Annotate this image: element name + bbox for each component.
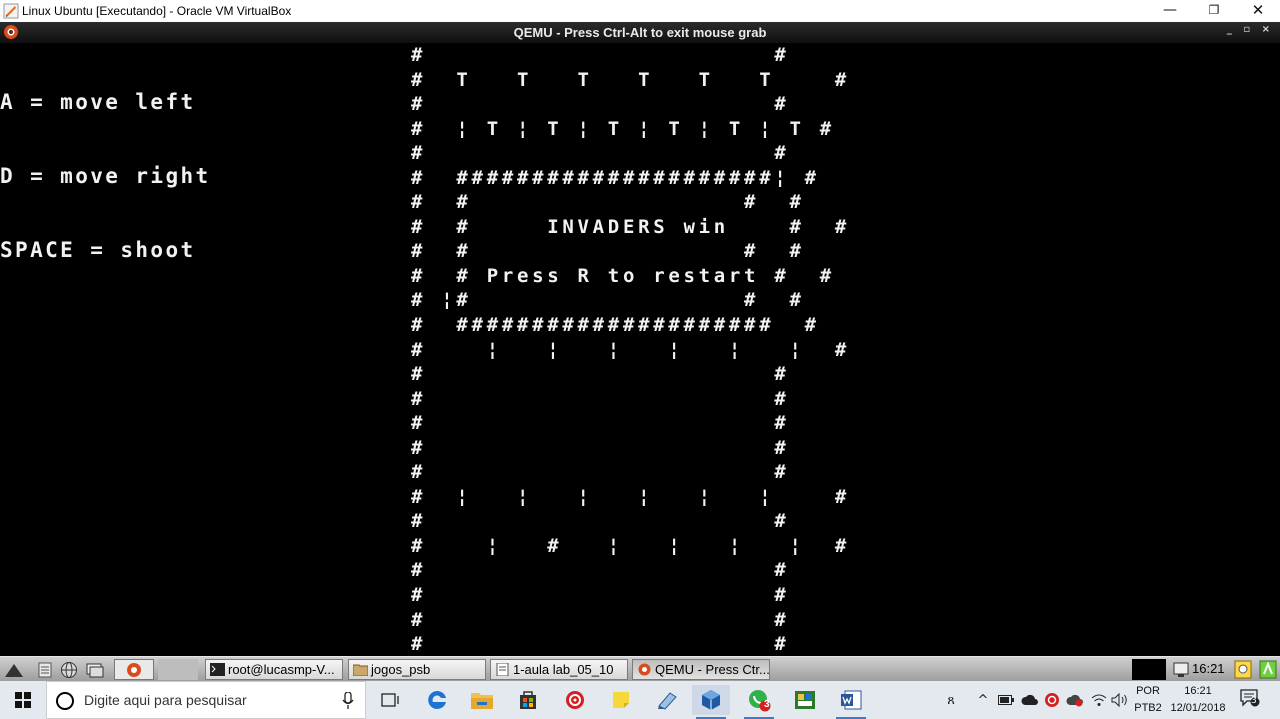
battery-icon[interactable] — [996, 692, 1016, 708]
whatsapp-icon[interactable]: 3 — [740, 685, 778, 719]
system-clock[interactable]: 16:21 12/01/2018 — [1166, 685, 1230, 714]
virtualbox-taskbar-icon[interactable] — [692, 685, 730, 719]
guest-clock: 16:21 — [1192, 661, 1225, 676]
file-manager-launcher-icon[interactable] — [34, 659, 56, 680]
game-row: # ¦# # # — [411, 289, 805, 312]
game-row: # # — [411, 510, 790, 533]
keyboard-layout: PTB2 — [1134, 702, 1162, 714]
help-line-move-right: D = move right — [0, 163, 211, 188]
game-row: # # — [411, 436, 790, 459]
game-row: # # — [411, 412, 790, 435]
host-window-titlebar[interactable]: Linux Ubuntu [Executando] - Oracle VM Vi… — [0, 0, 1280, 22]
game-row: # # — [411, 387, 790, 410]
search-placeholder: Digite aqui para pesquisar — [84, 692, 247, 708]
language-indicator[interactable]: POR PTB2 — [1133, 685, 1163, 714]
qemu-window-controls[interactable]: _ ▫ × — [1227, 24, 1274, 35]
qemu-icon — [638, 663, 651, 676]
document-icon — [496, 663, 509, 676]
screensaver-tray-icon[interactable] — [1234, 660, 1252, 679]
game-row: # # # # — [411, 240, 805, 263]
controls-help: A = move left D = move right SPACE = sho… — [0, 43, 211, 312]
game-row: # # — [411, 608, 790, 631]
game-row: # # — [411, 633, 790, 656]
workspace-pager[interactable] — [158, 659, 198, 680]
notification-count-badge: 3 — [1251, 696, 1257, 706]
microphone-icon[interactable] — [342, 692, 354, 710]
game-row: # # — [411, 584, 790, 607]
task-qemu[interactable]: QEMU - Press Ctr... — [632, 659, 770, 680]
windows-logo-icon — [15, 692, 31, 708]
close-button[interactable]: ✕ — [1236, 0, 1280, 22]
windows-start-button[interactable] — [0, 681, 46, 719]
qemu-window-titlebar[interactable]: QEMU - Press Ctrl-Alt to exit mouse grab… — [0, 22, 1280, 43]
qemu-console-screen[interactable]: A = move left D = move right SPACE = sho… — [0, 43, 1280, 656]
store-icon[interactable] — [509, 685, 547, 715]
taskbar-search-box[interactable]: Digite aqui para pesquisar — [46, 681, 366, 719]
action-center-icon[interactable]: 3 — [1238, 689, 1262, 707]
sticky-notes-icon[interactable] — [602, 685, 640, 715]
onedrive-cloud-icon[interactable] — [1019, 692, 1041, 708]
task-view-icon[interactable] — [371, 685, 409, 715]
network-tray-icon[interactable] — [1172, 660, 1190, 679]
show-desktop-icon[interactable] — [84, 659, 106, 680]
show-hidden-icons-chevron-icon[interactable]: ^ — [974, 692, 992, 708]
game-row: # ##################### # — [411, 314, 820, 337]
antivirus-tray-icon[interactable] — [1043, 692, 1061, 708]
host-window-title: Linux Ubuntu [Executando] - Oracle VM Vi… — [22, 4, 292, 18]
game-row: # # INVADERS win # # — [411, 215, 851, 238]
lxde-menu-icon[interactable] — [3, 659, 25, 680]
minimize-button[interactable]: — — [1148, 0, 1192, 22]
help-line-move-left: A = move left — [0, 90, 196, 115]
language-code: POR — [1136, 685, 1160, 697]
game-row: # # — [411, 93, 790, 116]
game-board: # # # T T T T T T # # # # ¦ T ¦ T ¦ T ¦ T ¦… — [411, 43, 850, 656]
task-folder-label: jogos_psb — [371, 662, 431, 677]
game-row: # # — [411, 461, 790, 484]
terminal-icon — [210, 663, 225, 676]
game-row: # # — [411, 44, 790, 66]
virtualbox-icon — [3, 3, 19, 19]
game-row: # ¦ ¦ ¦ ¦ ¦ ¦ # — [411, 338, 851, 361]
notepad-app-icon[interactable] — [648, 685, 686, 715]
folder-icon — [353, 664, 368, 676]
whatsapp-badge: 3 — [764, 699, 770, 710]
cloud-sync-icon[interactable] — [1065, 692, 1085, 708]
task-document[interactable]: 1-aula lab_05_10 — [490, 659, 628, 680]
game-row: # # — [411, 559, 790, 582]
help-line-shoot: SPACE = shoot — [0, 237, 196, 262]
game-row: # #####################¦ # — [411, 166, 820, 189]
game-row: # T T T T T T # — [411, 68, 851, 91]
paint-app-icon[interactable] — [786, 685, 824, 715]
game-row: # # — [411, 363, 790, 386]
restore-button[interactable]: ❐ — [1192, 0, 1236, 22]
people-icon[interactable]: ጸ — [940, 692, 962, 708]
cpu-monitor — [1132, 659, 1166, 680]
antivirus-icon[interactable] — [556, 685, 594, 715]
windows-taskbar: Digite aqui para pesquisar 3 ጸ ^ POR PTB… — [0, 681, 1280, 719]
game-row: # ¦ # ¦ ¦ ¦ ¦ # — [411, 534, 851, 557]
logout-tray-icon[interactable] — [1259, 660, 1277, 679]
game-row: # # — [411, 142, 790, 165]
web-browser-launcher-icon[interactable] — [58, 659, 80, 680]
wifi-icon[interactable] — [1089, 692, 1109, 708]
system-date: 12/01/2018 — [1170, 702, 1226, 714]
task-qemu-label: QEMU - Press Ctr... — [655, 662, 770, 677]
game-row: # ¦ T ¦ T ¦ T ¦ T ¦ T ¦ T # — [411, 117, 835, 140]
task-terminal-label: root@lucasmp-V... — [228, 662, 335, 677]
volume-icon[interactable] — [1110, 692, 1130, 708]
game-row: # # Press R to restart # # — [411, 264, 835, 287]
system-time: 16:21 — [1184, 685, 1212, 697]
task-terminal[interactable]: root@lucasmp-V... — [205, 659, 343, 680]
task-document-label: 1-aula lab_05_10 — [513, 662, 614, 677]
guest-taskbar: root@lucasmp-V... jogos_psb 1-aula lab_0… — [0, 656, 1280, 681]
task-folder[interactable]: jogos_psb — [348, 659, 486, 680]
game-row: # ¦ ¦ ¦ ¦ ¦ ¦ # — [411, 485, 851, 508]
edge-browser-icon[interactable] — [418, 685, 456, 715]
file-explorer-icon[interactable] — [463, 685, 501, 715]
cortana-icon — [56, 692, 74, 710]
qemu-launcher-icon[interactable] — [114, 659, 154, 680]
qemu-window-title: QEMU - Press Ctrl-Alt to exit mouse grab — [513, 25, 767, 40]
game-row: # # # # — [411, 191, 805, 214]
word-icon[interactable] — [832, 685, 870, 719]
